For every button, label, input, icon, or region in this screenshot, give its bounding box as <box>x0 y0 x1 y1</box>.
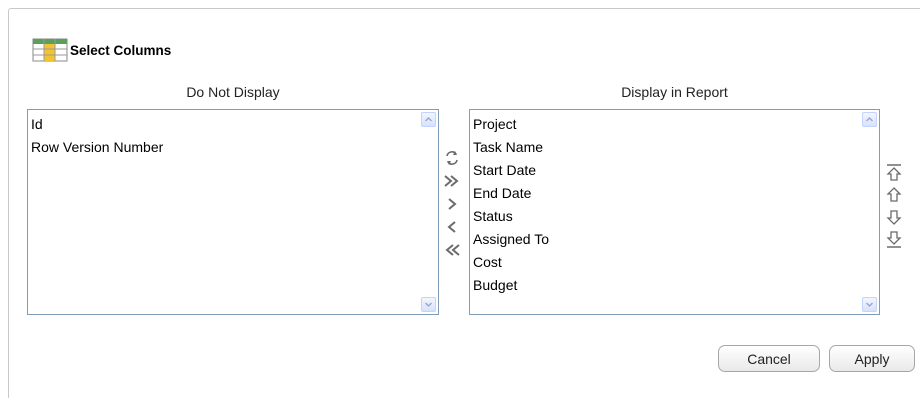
do-not-display-header: Do Not Display <box>186 84 280 100</box>
do-not-display-list[interactable]: Id Row Version Number <box>27 109 439 315</box>
move-up-icon[interactable] <box>884 184 904 206</box>
list-item[interactable]: Budget <box>473 274 879 297</box>
scroll-down-icon[interactable] <box>862 297 877 312</box>
order-controls <box>884 162 906 250</box>
scroll-down-icon[interactable] <box>421 297 436 312</box>
move-bottom-icon[interactable] <box>884 228 904 250</box>
move-all-right-icon[interactable] <box>442 169 462 192</box>
list-item[interactable]: Assigned To <box>473 228 879 251</box>
scroll-up-icon[interactable] <box>862 112 877 127</box>
scrollbar[interactable] <box>420 111 437 313</box>
display-in-report-header: Display in Report <box>621 84 728 100</box>
list-item[interactable]: Id <box>31 113 438 136</box>
transfer-controls <box>442 146 464 261</box>
move-down-icon[interactable] <box>884 206 904 228</box>
list-item[interactable]: Row Version Number <box>31 136 438 159</box>
move-top-icon[interactable] <box>884 162 904 184</box>
reset-icon[interactable] <box>442 146 462 169</box>
scroll-up-icon[interactable] <box>421 112 436 127</box>
display-in-report-list[interactable]: Project Task Name Start Date End Date St… <box>469 109 880 315</box>
list-item[interactable]: Start Date <box>473 159 879 182</box>
move-right-icon[interactable] <box>442 192 462 215</box>
list-item[interactable]: Cost <box>473 251 879 274</box>
dialog-title-text: Select Columns <box>70 42 172 58</box>
move-left-icon[interactable] <box>442 215 462 238</box>
list-item[interactable]: Task Name <box>473 136 879 159</box>
list-item[interactable]: End Date <box>473 182 879 205</box>
table-columns-icon <box>32 38 68 62</box>
cancel-button[interactable]: Cancel <box>718 345 820 372</box>
apply-button[interactable]: Apply <box>829 345 915 372</box>
move-all-left-icon[interactable] <box>442 238 462 261</box>
scrollbar[interactable] <box>861 111 878 313</box>
list-item[interactable]: Status <box>473 205 879 228</box>
dialog-title: Select Columns <box>32 37 171 63</box>
list-item[interactable]: Project <box>473 113 879 136</box>
